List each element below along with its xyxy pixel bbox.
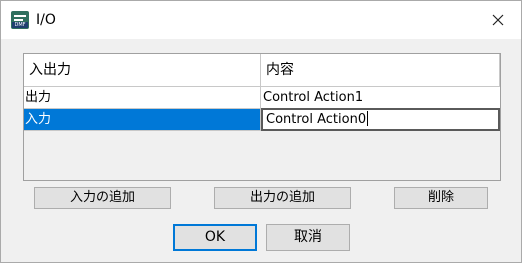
close-icon <box>492 14 504 25</box>
add-input-button[interactable]: 入力の追加 <box>34 187 171 209</box>
table-row[interactable]: 出力 Control Action1 <box>24 87 500 109</box>
add-output-button[interactable]: 出力の追加 <box>214 187 351 209</box>
io-table[interactable]: 入出力 内容 出力 Control Action1 入力 Control Act… <box>23 53 501 181</box>
table-row-selected[interactable]: 入力 Control Action0 <box>24 108 500 131</box>
cell-content[interactable]: Control Action1 <box>261 87 500 108</box>
title-bar: DMF I/O <box>1 1 521 39</box>
delete-button[interactable]: 削除 <box>394 187 488 209</box>
table-header: 入出力 内容 <box>24 54 500 87</box>
cell-content-editor[interactable]: Control Action0 <box>261 108 500 131</box>
text-caret <box>367 111 369 126</box>
app-icon-tag: DMF <box>12 22 28 28</box>
editor-text: Control Action0 <box>266 112 367 127</box>
app-io-icon: DMF <box>11 11 29 29</box>
column-header-io[interactable]: 入出力 <box>24 54 261 86</box>
cell-io[interactable]: 入力 <box>24 109 261 130</box>
cancel-button[interactable]: 取消 <box>266 224 350 251</box>
io-dialog: DMF I/O 入出力 内容 出力 Control Action1 入力 Con… <box>0 0 522 263</box>
close-button[interactable] <box>475 1 521 38</box>
window-title: I/O <box>36 12 56 28</box>
column-header-content[interactable]: 内容 <box>261 54 500 86</box>
ok-button[interactable]: OK <box>173 224 257 251</box>
cell-io[interactable]: 出力 <box>24 87 261 108</box>
